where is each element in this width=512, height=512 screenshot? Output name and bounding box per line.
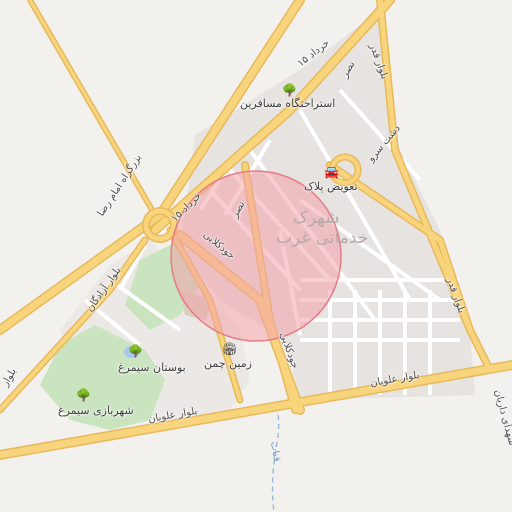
poi-plate-change[interactable]: تعویض پلاک (304, 180, 358, 193)
district-label-line-1: شهرک (292, 208, 340, 228)
district-label: شهرک خدماتی غرب (276, 208, 369, 248)
tree-icon[interactable]: 🌳 (128, 345, 143, 357)
tree-icon[interactable]: 🌳 (76, 389, 91, 401)
poi-simorgh-park[interactable]: بوستان سیمرغ (118, 361, 186, 374)
map-view[interactable]: شهرک خدماتی غرب ۱۵ خرداد ۱۵ خرداد نصر نص… (0, 0, 512, 512)
poi-zamin-chaman[interactable]: زمین چمن (204, 357, 252, 370)
poi-shahrbazi[interactable]: شهربازی سیمرغ (58, 404, 134, 417)
map-base-layer (0, 0, 512, 512)
car-icon[interactable]: 🚘 (324, 166, 339, 178)
tree-icon[interactable]: 🌳 (282, 84, 297, 96)
stadium-icon[interactable]: 🏟 (222, 343, 237, 355)
poi-rest-area[interactable]: استراحتگاه مسافرین (240, 97, 335, 110)
district-label-line-2: خدماتی غرب (276, 228, 369, 248)
